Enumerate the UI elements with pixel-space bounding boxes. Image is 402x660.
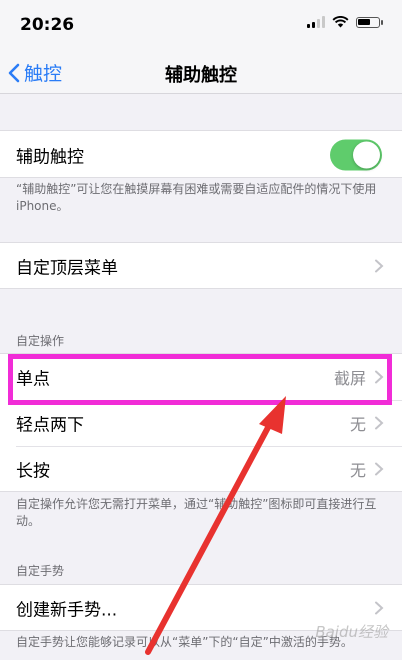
watermark: Baidu经验 [315, 623, 388, 641]
red-arrow-annotation [145, 396, 286, 655]
